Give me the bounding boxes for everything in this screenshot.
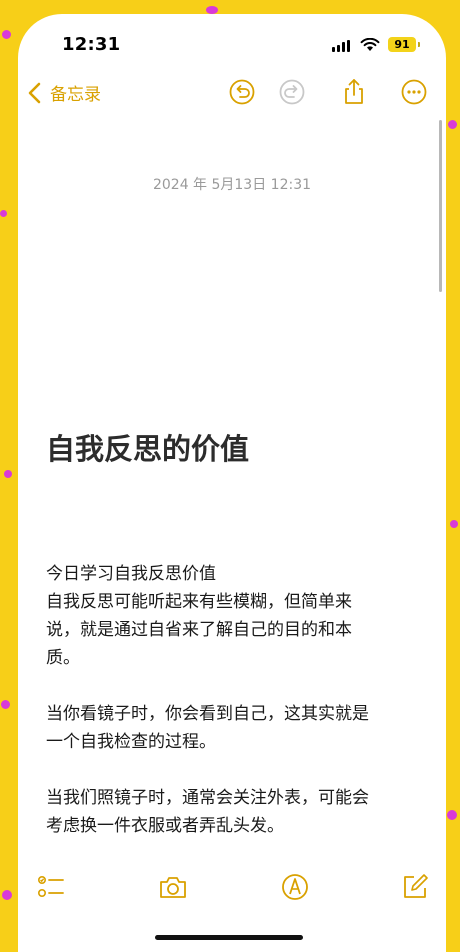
bg-dot (1, 700, 10, 709)
notes-screen: 12:31 91 备忘录 2024 年 5月13日 12:31 自我反思的价值 … (18, 14, 446, 952)
bottom-toolbar (18, 868, 446, 908)
back-label: 备忘录 (50, 85, 101, 105)
note-line: 考虑换一件衣服或者弄乱头发。 (46, 816, 284, 836)
battery-icon: 91 (388, 37, 420, 52)
bg-dot (4, 470, 12, 478)
markup-icon[interactable] (280, 872, 310, 902)
bg-dot (206, 6, 218, 14)
back-button[interactable]: 备忘录 (26, 80, 101, 105)
more-icon[interactable] (400, 78, 428, 106)
bg-dot (448, 120, 457, 129)
bg-dot (2, 890, 12, 900)
note-line: 说，就是通过自省来了解自己的目的和本 (46, 620, 352, 640)
bg-dot (447, 810, 457, 820)
compose-icon[interactable] (400, 872, 430, 902)
home-indicator[interactable] (155, 935, 303, 940)
status-bar: 12:31 91 (18, 14, 446, 72)
share-icon[interactable] (340, 78, 368, 106)
undo-icon[interactable] (228, 78, 256, 106)
camera-icon[interactable] (158, 872, 188, 902)
redo-icon[interactable] (278, 78, 306, 106)
cellular-signal-icon (332, 40, 350, 52)
wifi-icon (360, 37, 380, 51)
note-date: 2024 年 5月13日 12:31 (152, 177, 312, 193)
note-line: 今日学习自我反思价值 (46, 564, 216, 584)
note-line: 质。 (46, 648, 80, 668)
note-title[interactable]: 自我反思的价值 (46, 426, 249, 468)
status-time: 12:31 (62, 34, 121, 55)
bg-dot (2, 30, 11, 39)
note-body[interactable]: 今日学习自我反思价值 自我反思可能听起来有些模糊，但简单来 说，就是通过自省来了… (46, 560, 418, 840)
note-line: 当你看镜子时，你会看到自己，这其实就是 (46, 704, 369, 724)
note-line: 当我们照镜子时，通常会关注外表，可能会 (46, 788, 369, 808)
note-line: 一个自我检查的过程。 (46, 732, 216, 752)
bg-dot (450, 520, 458, 528)
checklist-icon[interactable] (36, 872, 66, 902)
bg-dot (0, 210, 7, 217)
chevron-left-icon (28, 82, 41, 103)
scrollbar[interactable] (439, 120, 442, 292)
note-navbar: 备忘录 (18, 74, 446, 114)
note-line: 自我反思可能听起来有些模糊，但简单来 (46, 592, 352, 612)
